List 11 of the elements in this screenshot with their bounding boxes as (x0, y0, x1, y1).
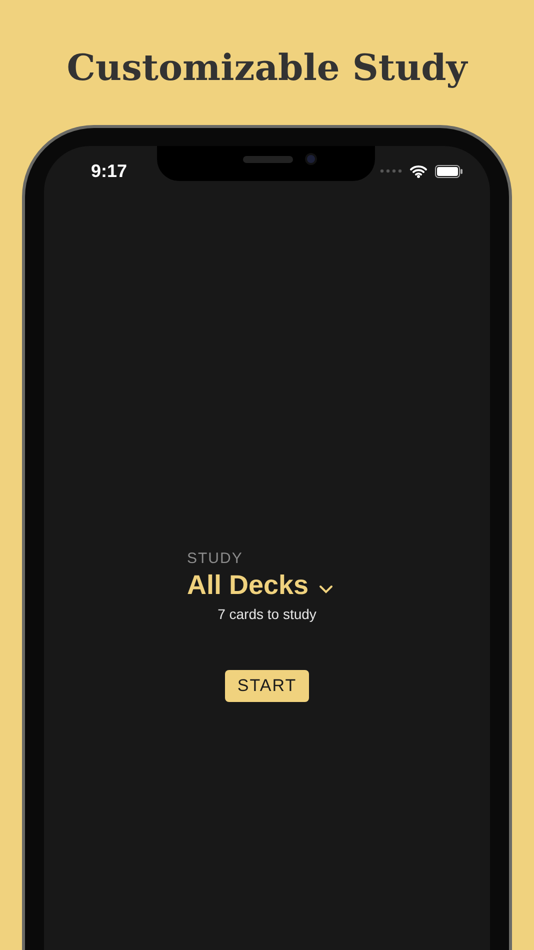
cards-count: 7 cards to study (218, 605, 316, 624)
status-time: 9:17 (91, 160, 128, 182)
speaker-grille (243, 156, 293, 163)
chevron-down-icon (318, 584, 333, 594)
battery-icon (435, 164, 463, 178)
study-label: STUDY (187, 550, 244, 568)
deck-picker[interactable]: All Decks (187, 568, 333, 602)
wifi-icon (410, 164, 427, 178)
headline: Customizable Study (66, 46, 468, 91)
signal-dots-icon (380, 169, 402, 173)
start-button[interactable]: START (225, 670, 309, 702)
